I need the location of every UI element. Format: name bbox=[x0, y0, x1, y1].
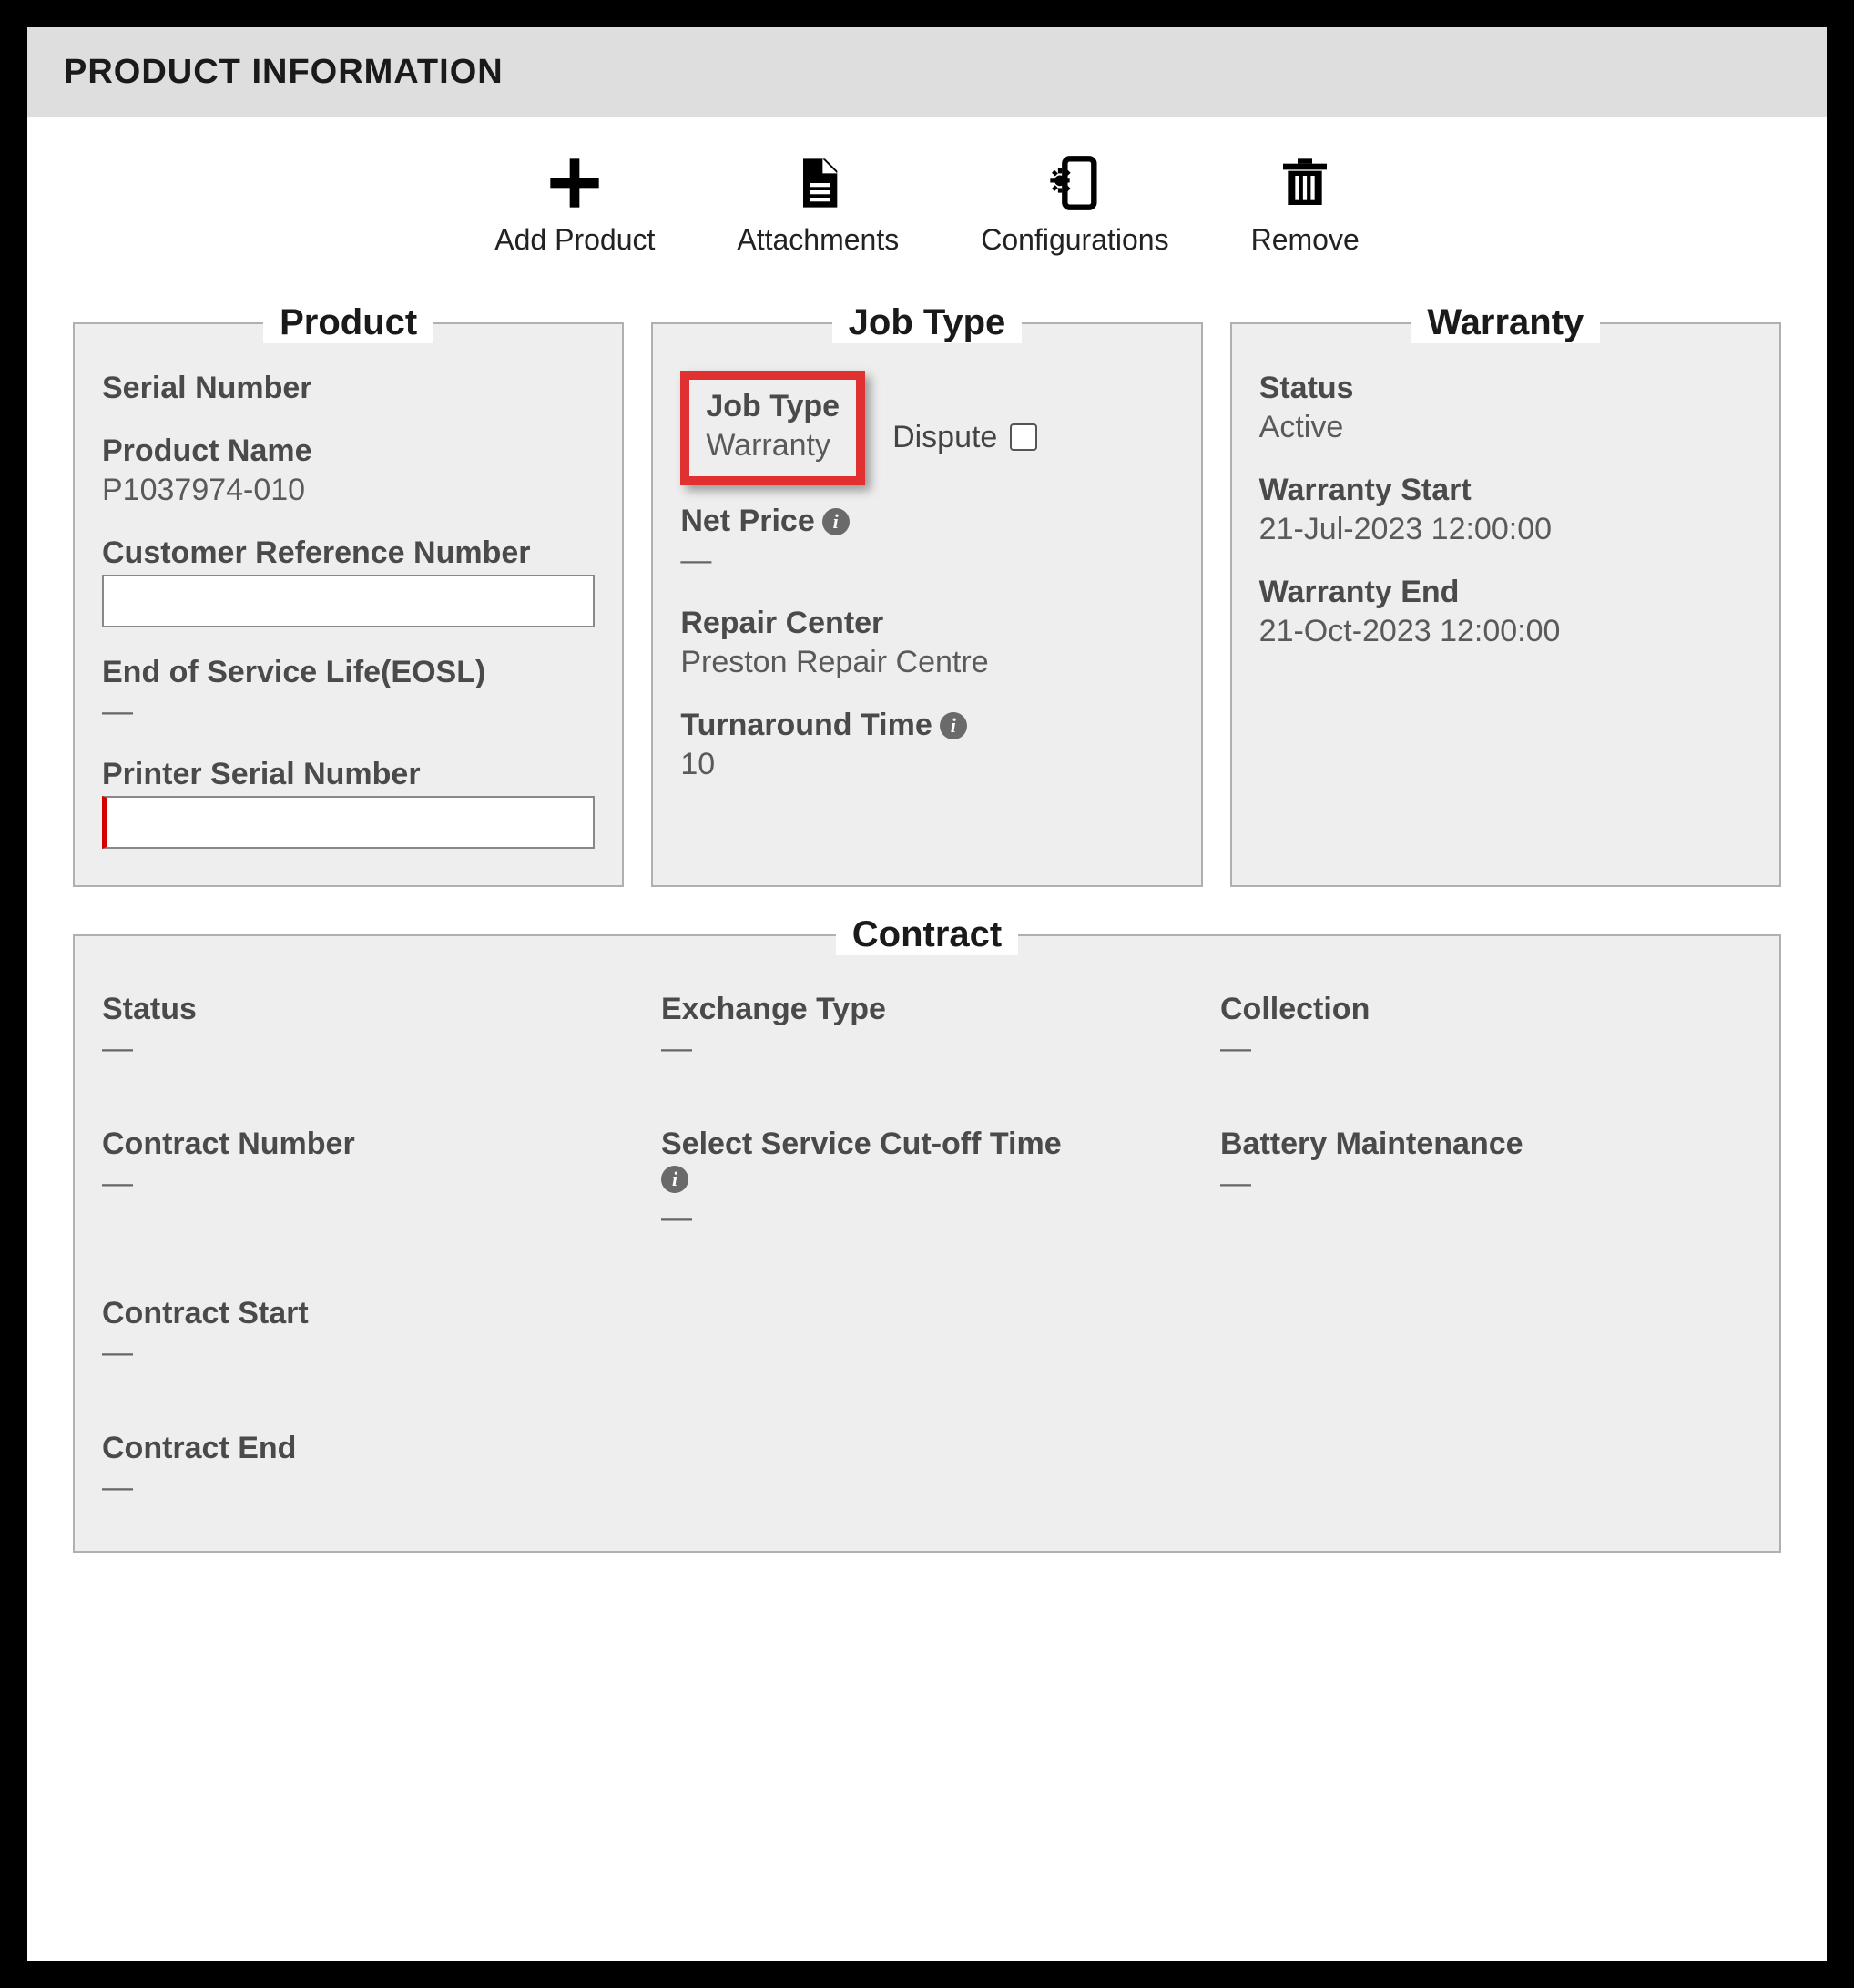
product-name-label: Product Name bbox=[102, 433, 595, 469]
warranty-end-label: Warranty End bbox=[1259, 575, 1752, 610]
warranty-end-value: 21-Oct-2023 12:00:00 bbox=[1259, 614, 1752, 649]
jobtype-value: Warranty bbox=[706, 428, 840, 464]
eosl-label: End of Service Life(EOSL) bbox=[102, 655, 595, 690]
config-phone-icon bbox=[1045, 154, 1104, 212]
turnaround-field: Turnaround Time i 10 bbox=[680, 708, 1173, 782]
warranty-end-field: Warranty End 21-Oct-2023 12:00:00 bbox=[1259, 575, 1752, 649]
section-header: PRODUCT INFORMATION bbox=[27, 27, 1827, 117]
cutoff-label-text: Select Service Cut-off Time bbox=[661, 1127, 1062, 1162]
turnaround-value: 10 bbox=[680, 747, 1173, 782]
exchange-type-label: Exchange Type bbox=[661, 992, 1193, 1027]
add-product-button[interactable]: Add Product bbox=[494, 154, 655, 257]
contract-number-value: — bbox=[102, 1166, 634, 1201]
warranty-section: Warranty Status Active Warranty Start 21… bbox=[1230, 302, 1781, 887]
contract-grid: Status — Exchange Type — Collection — Co… bbox=[102, 992, 1752, 1505]
info-icon[interactable]: i bbox=[661, 1166, 688, 1193]
product-name-value: P1037974-010 bbox=[102, 473, 595, 508]
customer-ref-label: Customer Reference Number bbox=[102, 535, 595, 571]
dispute-checkbox[interactable] bbox=[1010, 423, 1037, 451]
warranty-status-value: Active bbox=[1259, 410, 1752, 445]
jobtype-row: Job Type Warranty Dispute bbox=[680, 371, 1173, 504]
contract-wrap: Contract Status — Exchange Type — Collec… bbox=[27, 887, 1827, 1553]
contract-start-value: — bbox=[102, 1335, 634, 1371]
jobtype-label: Job Type bbox=[706, 389, 840, 424]
contract-start-label: Contract Start bbox=[102, 1296, 634, 1331]
contract-status-value: — bbox=[102, 1031, 634, 1066]
printer-sn-label: Printer Serial Number bbox=[102, 757, 595, 792]
battery-label: Battery Maintenance bbox=[1220, 1127, 1752, 1162]
customer-ref-input[interactable] bbox=[102, 575, 595, 627]
collection-label: Collection bbox=[1220, 992, 1752, 1027]
remove-button[interactable]: Remove bbox=[1251, 154, 1360, 257]
turnaround-label: Turnaround Time i bbox=[680, 708, 1173, 743]
plus-icon bbox=[545, 154, 604, 212]
product-name-field: Product Name P1037974-010 bbox=[102, 433, 595, 508]
printer-sn-input[interactable] bbox=[102, 796, 595, 849]
attachments-label: Attachments bbox=[737, 223, 899, 257]
file-icon bbox=[789, 154, 847, 212]
warranty-legend: Warranty bbox=[1411, 302, 1600, 343]
repair-center-field: Repair Center Preston Repair Centre bbox=[680, 606, 1173, 680]
battery-value: — bbox=[1220, 1166, 1752, 1201]
product-section: Product Serial Number Product Name P1037… bbox=[73, 302, 624, 887]
contract-legend: Contract bbox=[836, 914, 1018, 955]
contract-section: Contract Status — Exchange Type — Collec… bbox=[73, 914, 1781, 1553]
repair-center-label: Repair Center bbox=[680, 606, 1173, 641]
net-price-field: Net Price i — bbox=[680, 504, 1173, 578]
content-panel: PRODUCT INFORMATION Add Product Attachme… bbox=[27, 27, 1827, 1961]
contract-start-field: Contract Start — bbox=[102, 1296, 634, 1371]
jobtype-highlight: Job Type Warranty bbox=[680, 371, 865, 485]
contract-status-label: Status bbox=[102, 992, 634, 1027]
trash-icon bbox=[1276, 154, 1334, 212]
warranty-status-field: Status Active bbox=[1259, 371, 1752, 445]
warranty-start-field: Warranty Start 21-Jul-2023 12:00:00 bbox=[1259, 473, 1752, 547]
serial-number-label: Serial Number bbox=[102, 371, 595, 406]
contract-end-value: — bbox=[102, 1470, 634, 1505]
top-sections-row: Product Serial Number Product Name P1037… bbox=[27, 302, 1827, 887]
eosl-value: — bbox=[102, 694, 595, 729]
eosl-field: End of Service Life(EOSL) — bbox=[102, 655, 595, 729]
window-frame: PRODUCT INFORMATION Add Product Attachme… bbox=[0, 0, 1854, 1988]
contract-end-label: Contract End bbox=[102, 1431, 634, 1466]
turnaround-label-text: Turnaround Time bbox=[680, 708, 932, 743]
info-icon[interactable]: i bbox=[822, 508, 850, 535]
net-price-label: Net Price i bbox=[680, 504, 1173, 539]
warranty-start-label: Warranty Start bbox=[1259, 473, 1752, 508]
configurations-button[interactable]: Configurations bbox=[981, 154, 1168, 257]
warranty-start-value: 21-Jul-2023 12:00:00 bbox=[1259, 512, 1752, 547]
battery-field: Battery Maintenance — bbox=[1220, 1127, 1752, 1236]
cutoff-label: Select Service Cut-off Time bbox=[661, 1127, 1193, 1162]
add-product-label: Add Product bbox=[494, 223, 655, 257]
info-icon[interactable]: i bbox=[940, 712, 967, 739]
remove-label: Remove bbox=[1251, 223, 1360, 257]
serial-number-field: Serial Number bbox=[102, 371, 595, 406]
printer-sn-field: Printer Serial Number bbox=[102, 757, 595, 849]
attachments-button[interactable]: Attachments bbox=[737, 154, 899, 257]
customer-ref-field: Customer Reference Number bbox=[102, 535, 595, 627]
cutoff-field: Select Service Cut-off Time i — bbox=[661, 1127, 1193, 1236]
contract-number-label: Contract Number bbox=[102, 1127, 634, 1162]
warranty-status-label: Status bbox=[1259, 371, 1752, 406]
exchange-type-field: Exchange Type — bbox=[661, 992, 1193, 1066]
jobtype-legend: Job Type bbox=[832, 302, 1023, 343]
contract-status-field: Status — bbox=[102, 992, 634, 1066]
contract-number-field: Contract Number — bbox=[102, 1127, 634, 1236]
configurations-label: Configurations bbox=[981, 223, 1168, 257]
collection-value: — bbox=[1220, 1031, 1752, 1066]
product-legend: Product bbox=[263, 302, 433, 343]
cutoff-value: — bbox=[661, 1200, 692, 1236]
net-price-label-text: Net Price bbox=[680, 504, 814, 539]
contract-end-field: Contract End — bbox=[102, 1431, 634, 1505]
exchange-type-value: — bbox=[661, 1031, 1193, 1066]
toolbar: Add Product Attachments Configurations R… bbox=[27, 117, 1827, 302]
jobtype-section: Job Type Job Type Warranty Dispute Net P… bbox=[651, 302, 1202, 887]
net-price-value: — bbox=[680, 543, 1173, 578]
repair-center-value: Preston Repair Centre bbox=[680, 645, 1173, 680]
dispute-label: Dispute bbox=[892, 420, 997, 455]
collection-field: Collection — bbox=[1220, 992, 1752, 1066]
section-title: PRODUCT INFORMATION bbox=[64, 53, 504, 91]
dispute-field: Dispute bbox=[892, 420, 1040, 455]
